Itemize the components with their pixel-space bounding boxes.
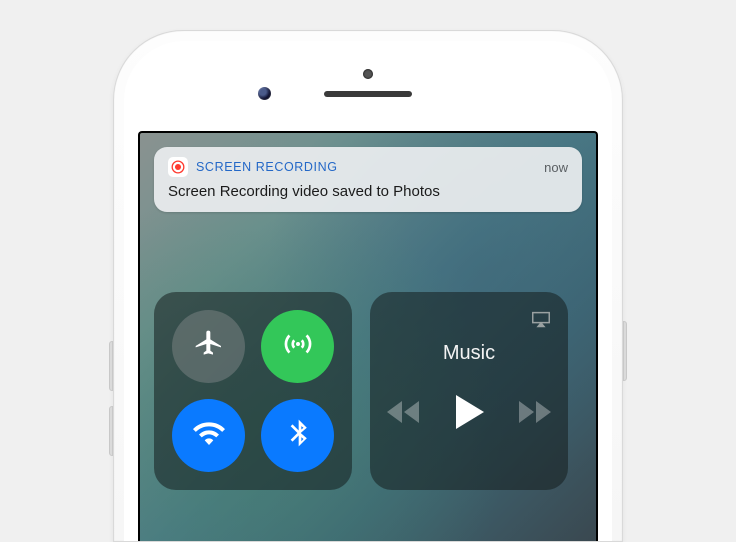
wifi-icon — [193, 417, 225, 454]
airplay-icon[interactable] — [530, 308, 552, 335]
play-button[interactable] — [454, 395, 484, 429]
phone-bezel: SCREEN RECORDING now Screen Recording vi… — [124, 41, 612, 541]
rewind-button[interactable] — [386, 401, 420, 423]
notification-header: SCREEN RECORDING now — [168, 157, 568, 177]
phone-screen: SCREEN RECORDING now Screen Recording vi… — [138, 131, 598, 541]
bluetooth-toggle[interactable] — [261, 399, 334, 472]
media-tile[interactable]: Music — [370, 292, 568, 490]
connectivity-tile[interactable] — [154, 292, 352, 490]
wifi-toggle[interactable] — [172, 399, 245, 472]
cellular-icon — [282, 328, 314, 365]
media-controls — [386, 395, 552, 429]
notification-message: Screen Recording video saved to Photos — [168, 183, 568, 200]
phone-hardware — [138, 63, 598, 131]
bluetooth-icon — [282, 417, 314, 454]
airplane-mode-toggle[interactable] — [172, 310, 245, 383]
media-label: Music — [443, 342, 495, 365]
power-button — [623, 321, 627, 381]
fast-forward-button[interactable] — [518, 401, 552, 423]
earpiece-speaker — [324, 91, 412, 97]
volume-down-button — [109, 406, 113, 456]
notification-banner[interactable]: SCREEN RECORDING now Screen Recording vi… — [154, 147, 582, 212]
notification-app-name: SCREEN RECORDING — [196, 160, 338, 174]
control-center-row: Music — [154, 292, 582, 490]
proximity-sensor — [363, 69, 373, 79]
screen-recording-icon — [168, 157, 188, 177]
notification-timestamp: now — [544, 160, 568, 175]
volume-up-button — [109, 341, 113, 391]
airplane-icon — [193, 328, 225, 365]
cellular-data-toggle[interactable] — [261, 310, 334, 383]
phone-frame: SCREEN RECORDING now Screen Recording vi… — [113, 30, 623, 542]
front-camera — [258, 87, 271, 100]
